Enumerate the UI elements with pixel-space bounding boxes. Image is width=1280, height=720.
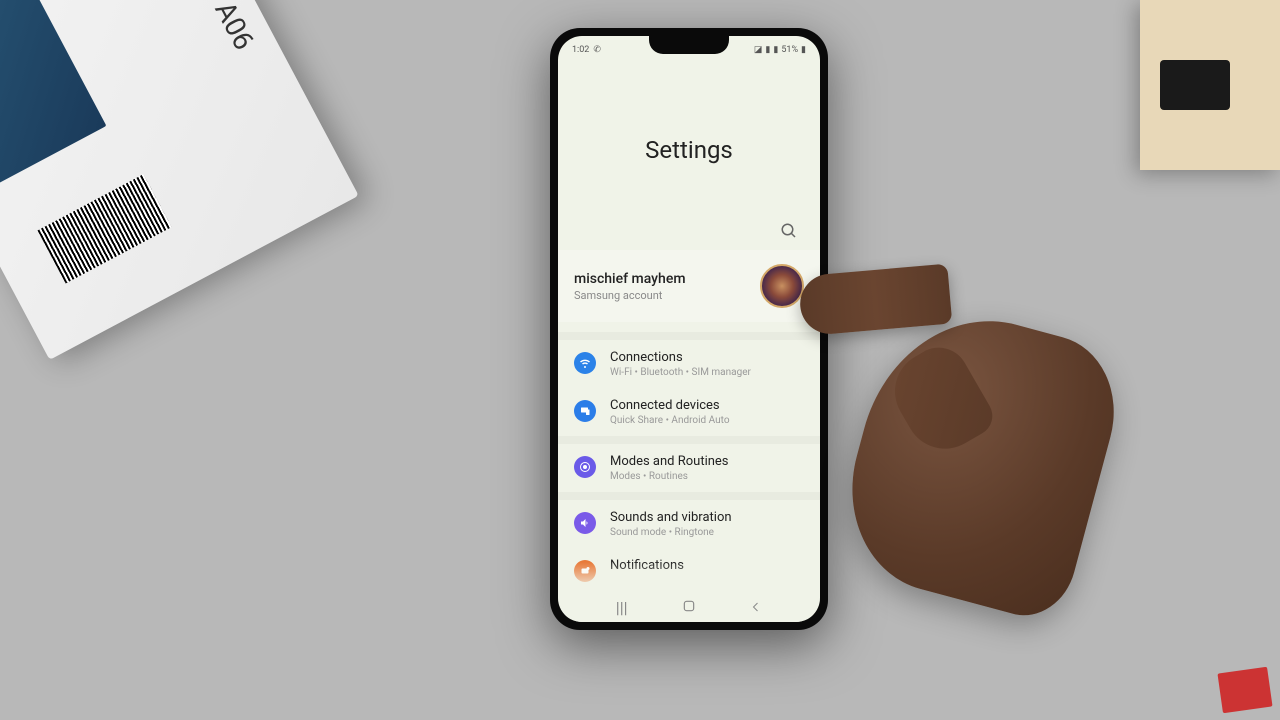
product-box: SAMSUNG Galaxy A06 xyxy=(0,0,359,360)
section-divider xyxy=(558,332,820,340)
search-icon xyxy=(780,222,798,240)
connected-devices-row[interactable]: Connected devices Quick Share • Android … xyxy=(558,388,820,436)
connections-row[interactable]: Connections Wi-Fi • Bluetooth • SIM mana… xyxy=(558,340,820,388)
setting-title: Notifications xyxy=(610,558,804,573)
home-button[interactable] xyxy=(669,598,709,617)
avatar[interactable] xyxy=(760,264,804,308)
setting-sub: Quick Share • Android Auto xyxy=(610,415,804,426)
watermark-logo xyxy=(1217,667,1272,714)
nav-bar: ||| xyxy=(558,592,820,622)
signal-2-icon: ▮ xyxy=(773,45,778,55)
devices-icon xyxy=(574,400,596,422)
battery-text: 51% xyxy=(781,45,798,55)
nfc-icon: ◪ xyxy=(754,45,763,55)
phone-frame: 1:02 ✆ ◪ ▮ ▮ 51% ▮ Settings xyxy=(550,28,828,630)
section-divider xyxy=(558,492,820,500)
notifications-row[interactable]: Notifications xyxy=(558,548,820,592)
display-notch xyxy=(649,36,729,54)
search-button[interactable] xyxy=(778,220,800,242)
settings-list: Connections Wi-Fi • Bluetooth • SIM mana… xyxy=(558,340,820,592)
phone-icon: ✆ xyxy=(593,45,601,55)
section-divider xyxy=(558,436,820,444)
wooden-jig-prop xyxy=(1140,0,1280,170)
setting-title: Connections xyxy=(610,350,804,365)
barcode xyxy=(37,174,171,283)
samsung-account-row[interactable]: mischief mayhem Samsung account xyxy=(558,250,820,322)
phone-screen: 1:02 ✆ ◪ ▮ ▮ 51% ▮ Settings xyxy=(558,36,820,622)
notification-icon xyxy=(574,560,596,582)
wifi-icon xyxy=(574,352,596,374)
sound-icon xyxy=(574,512,596,534)
setting-sub: Wi-Fi • Bluetooth • SIM manager xyxy=(610,367,804,378)
setting-title: Modes and Routines xyxy=(610,454,804,469)
battery-icon: ▮ xyxy=(801,45,806,55)
setting-title: Connected devices xyxy=(610,398,804,413)
back-button[interactable] xyxy=(736,598,776,617)
hand-overlay xyxy=(800,240,1080,580)
product-name-text: Galaxy A06 xyxy=(166,0,261,55)
setting-sub: Modes • Routines xyxy=(610,471,804,482)
setting-sub: Sound mode • Ringtone xyxy=(610,527,804,538)
page-title: Settings xyxy=(558,136,820,164)
modes-icon xyxy=(574,456,596,478)
recents-button[interactable]: ||| xyxy=(602,598,642,617)
account-name: mischief mayhem xyxy=(574,271,760,287)
setting-title: Sounds and vibration xyxy=(610,510,804,525)
account-sub: Samsung account xyxy=(574,289,760,302)
modes-routines-row[interactable]: Modes and Routines Modes • Routines xyxy=(558,444,820,492)
settings-header: Settings xyxy=(558,58,820,220)
sounds-vibration-row[interactable]: Sounds and vibration Sound mode • Ringto… xyxy=(558,500,820,548)
signal-1-icon: ▮ xyxy=(765,45,770,55)
status-time: 1:02 xyxy=(572,45,589,55)
